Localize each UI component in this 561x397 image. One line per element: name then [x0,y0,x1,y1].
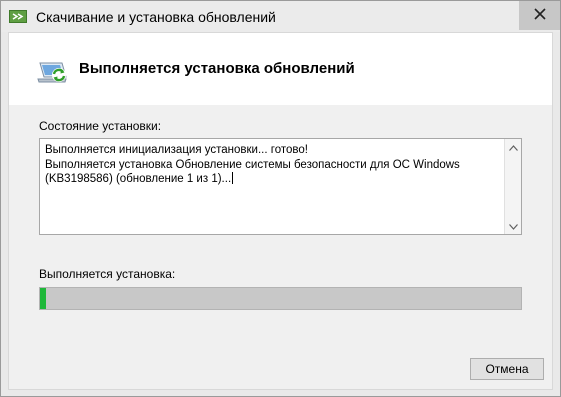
status-log[interactable]: Выполняется инициализация установки... г… [39,138,522,235]
text-caret [232,172,234,184]
update-icon [36,59,70,85]
dialog-header: Выполняется установка обновлений [9,33,552,105]
dialog-body: Выполняется установка обновлений Состоян… [8,32,553,390]
status-label: Состояние установки: [39,119,162,133]
scroll-up-button[interactable] [505,139,521,155]
cancel-button[interactable]: Отмена [470,358,544,380]
windows-update-icon [9,10,27,23]
status-log-text: Выполняется инициализация установки... г… [45,143,500,187]
chevron-down-icon [508,219,518,233]
progress-label: Выполняется установка: [39,267,176,281]
close-icon [533,8,546,23]
page-title: Выполняется установка обновлений [79,60,355,77]
log-line-text: (KB3198586) (обновление 1 из 1)... [45,173,232,185]
update-dialog-window: Скачивание и установка обновлений Выполн… [0,0,561,397]
progress-fill [40,288,46,309]
log-line: (KB3198586) (обновление 1 из 1)... [45,172,500,187]
install-progress-bar [39,287,522,310]
close-button[interactable] [519,1,560,30]
log-line: Выполняется установка Обновление системы… [45,158,460,171]
log-scrollbar[interactable] [504,139,521,234]
window-title: Скачивание и установка обновлений [36,9,276,25]
scroll-down-button[interactable] [505,218,521,234]
title-bar[interactable]: Скачивание и установка обновлений [1,1,560,32]
chevron-up-icon [508,140,518,154]
log-line: Выполняется инициализация установки... г… [45,144,308,156]
